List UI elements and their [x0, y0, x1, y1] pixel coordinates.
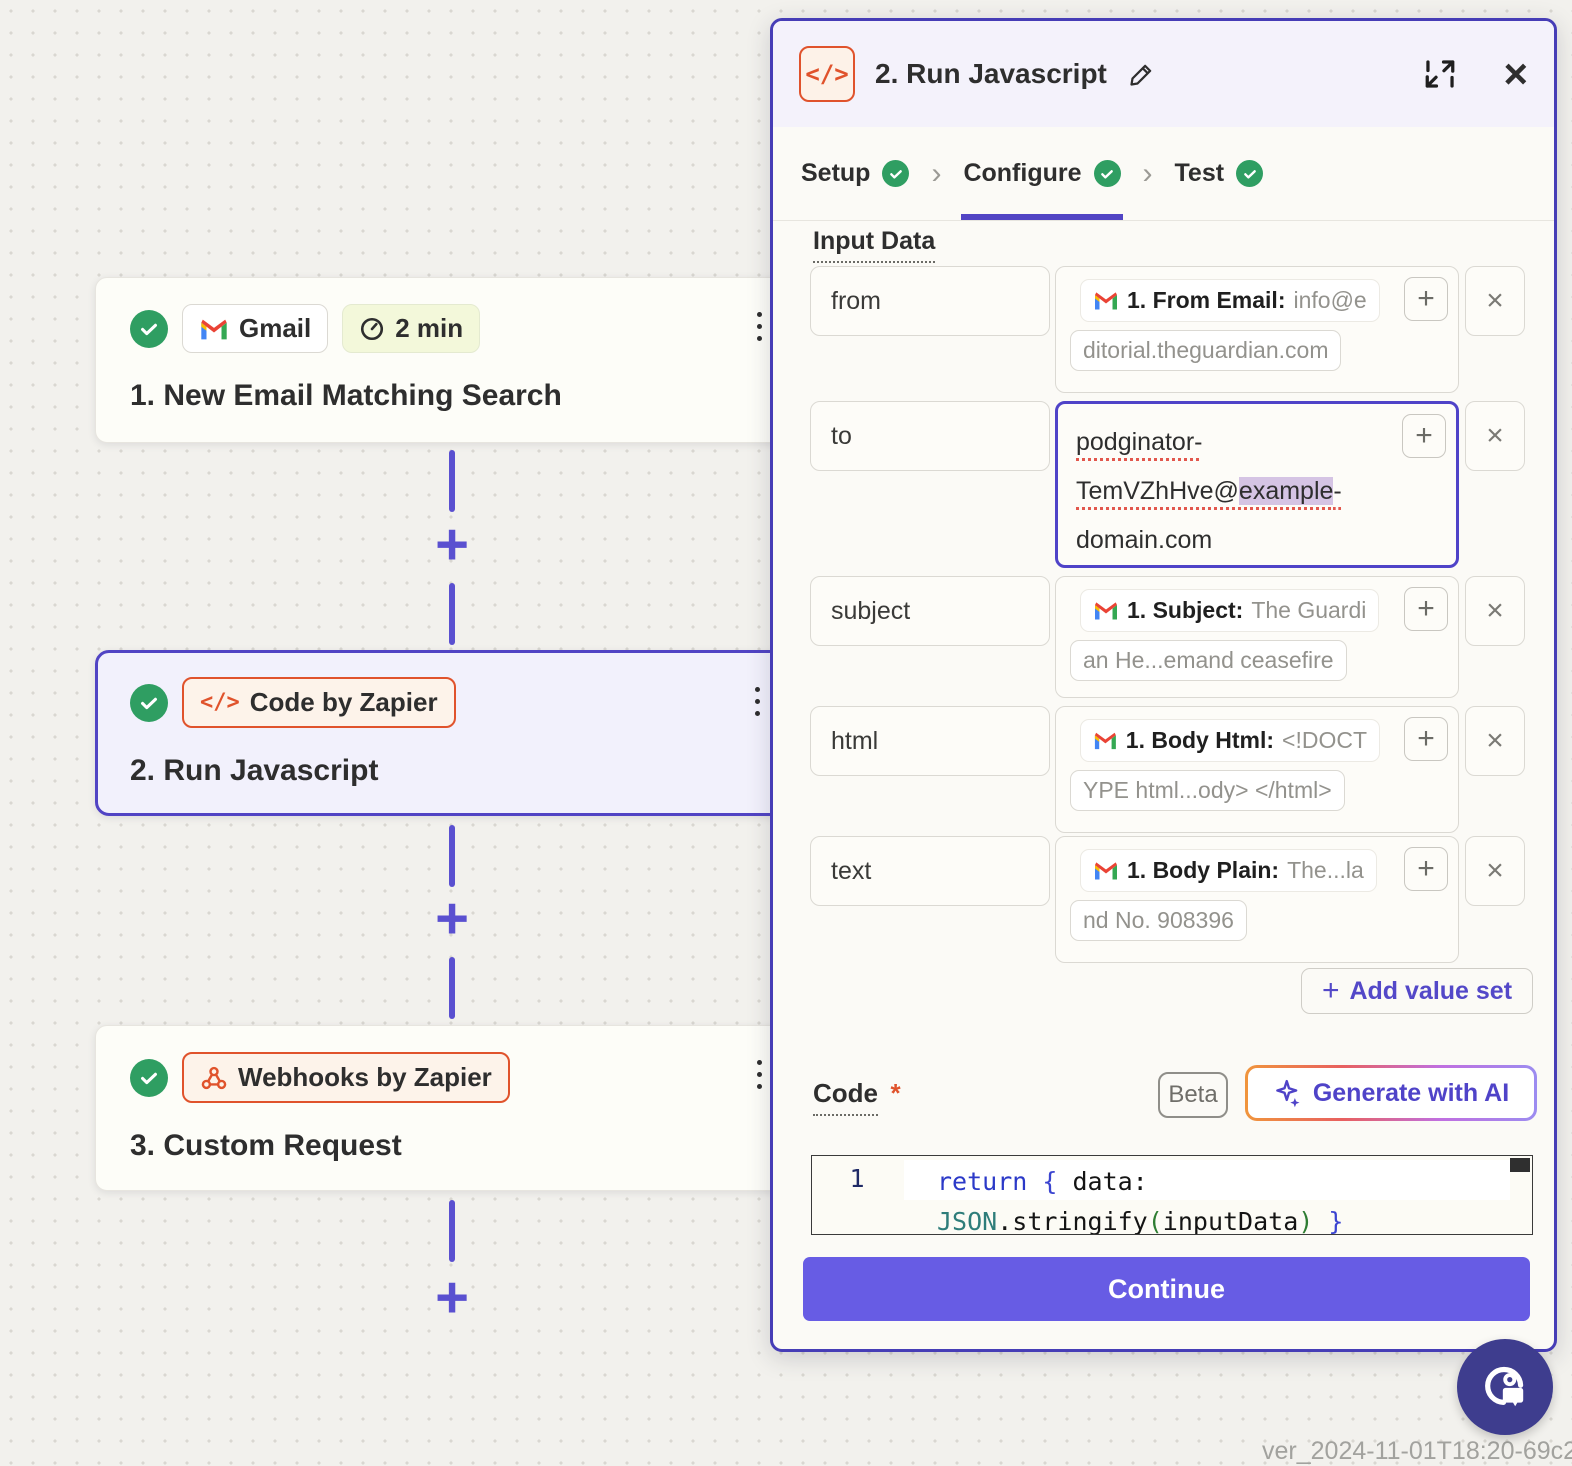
clock-icon	[359, 316, 385, 342]
app-badge-label: Gmail	[239, 313, 311, 344]
continue-button[interactable]: Continue	[803, 1257, 1530, 1321]
plus-icon: +	[1322, 974, 1340, 1008]
step-menu-button[interactable]	[757, 1060, 762, 1089]
key-input-to[interactable]: to	[810, 401, 1050, 471]
step-menu-button[interactable]	[755, 687, 760, 716]
webhook-icon	[200, 1064, 228, 1092]
duration-badge: 2 min	[342, 304, 480, 353]
connector-line	[449, 825, 455, 887]
token-wrap[interactable]: nd No. 908396	[1070, 900, 1247, 941]
required-asterisk: *	[890, 1078, 900, 1108]
gmail-token[interactable]: 1. Body Plain:The...la	[1080, 849, 1377, 892]
gmail-app-badge: Gmail	[182, 304, 328, 353]
step-title: 2. Run Javascript	[130, 754, 772, 788]
chevron-right-icon: ›	[931, 157, 941, 191]
insert-field-button[interactable]: +	[1404, 717, 1448, 761]
step-menu-button[interactable]	[757, 312, 762, 341]
gmail-icon	[1093, 730, 1118, 751]
close-panel-button[interactable]: ×	[1503, 57, 1528, 91]
gmail-token[interactable]: 1. Body Html:<!DOCT	[1080, 719, 1380, 762]
token-wrap[interactable]: an He...emand ceasefire	[1070, 640, 1347, 681]
code-icon-tile: </>	[799, 46, 855, 102]
gmail-token[interactable]: 1. Subject:The Guardi	[1080, 589, 1379, 632]
duration-label: 2 min	[395, 313, 463, 344]
gmail-icon	[199, 317, 229, 341]
check-icon	[1236, 160, 1263, 187]
step-card-1[interactable]: Gmail 2 min 1. New Email Matching Search	[95, 277, 795, 443]
token-wrap[interactable]: YPE html...ody> </html>	[1070, 770, 1345, 811]
remove-row-button[interactable]: ×	[1465, 401, 1525, 471]
connector-line	[449, 1200, 455, 1262]
help-chat-button[interactable]	[1457, 1339, 1553, 1435]
value-field-to[interactable]: podginator- TemVZhHve@example- domain.co…	[1055, 401, 1459, 568]
check-icon	[1094, 160, 1121, 187]
generate-with-ai-button[interactable]: Generate with AI	[1245, 1065, 1537, 1121]
token-wrap[interactable]: ditorial.theguardian.com	[1070, 330, 1341, 371]
value-field-text[interactable]: 1. Body Plain:The...la nd No. 908396 +	[1055, 836, 1459, 963]
step-success-icon	[130, 684, 168, 722]
panel-header: </> 2. Run Javascript ×	[773, 21, 1554, 127]
code-icon: </>	[805, 60, 848, 88]
code-by-zapier-badge: </> Code by Zapier	[182, 677, 456, 728]
version-text: ver_2024-11-01T18:20-69c2581	[1262, 1437, 1572, 1466]
code-label: Code	[813, 1078, 878, 1116]
add-step-button[interactable]: +	[428, 897, 476, 945]
chevron-right-icon: ›	[1143, 157, 1153, 191]
gmail-icon	[1093, 290, 1119, 311]
connector-line	[449, 450, 455, 512]
beta-badge: Beta	[1158, 1072, 1228, 1118]
add-value-set-button[interactable]: + Add value set	[1301, 968, 1533, 1014]
remove-row-button[interactable]: ×	[1465, 706, 1525, 776]
gmail-token[interactable]: 1. From Email:info@e	[1080, 279, 1380, 322]
step-success-icon	[130, 1059, 168, 1097]
app-badge-label: Code by Zapier	[250, 687, 438, 718]
step-success-icon	[130, 310, 168, 348]
webhooks-by-zapier-badge: Webhooks by Zapier	[182, 1052, 510, 1103]
step-title: 1. New Email Matching Search	[130, 379, 772, 413]
code-scrollbar[interactable]	[1510, 1158, 1530, 1172]
insert-field-button[interactable]: +	[1404, 277, 1448, 321]
connector-line	[449, 583, 455, 645]
code-icon: </>	[200, 690, 240, 715]
selected-text: example	[1239, 477, 1334, 505]
key-input-html[interactable]: html	[810, 706, 1050, 776]
edit-title-pencil-icon[interactable]	[1127, 59, 1157, 89]
expand-panel-button[interactable]	[1423, 57, 1457, 91]
remove-row-button[interactable]: ×	[1465, 576, 1525, 646]
code-content: return { data:JSON.stringify(inputData) …	[937, 1162, 1502, 1235]
key-input-from[interactable]: from	[810, 266, 1050, 336]
input-data-label: Input Data	[813, 227, 935, 263]
gmail-icon	[1093, 860, 1119, 881]
add-step-button[interactable]: +	[428, 523, 476, 571]
step-config-panel: </> 2. Run Javascript × Setup › Configur…	[770, 18, 1557, 1352]
step-tabs: Setup › Configure › Test	[773, 127, 1554, 221]
step-title: 3. Custom Request	[130, 1129, 772, 1163]
tab-configure[interactable]: Configure	[961, 127, 1122, 220]
remove-row-button[interactable]: ×	[1465, 266, 1525, 336]
insert-field-button[interactable]: +	[1404, 847, 1448, 891]
app-badge-label: Webhooks by Zapier	[238, 1062, 492, 1093]
tab-setup[interactable]: Setup	[799, 127, 911, 220]
insert-field-button[interactable]: +	[1402, 414, 1446, 458]
value-field-html[interactable]: 1. Body Html:<!DOCT YPE html...ody> </ht…	[1055, 706, 1459, 833]
key-input-subject[interactable]: subject	[810, 576, 1050, 646]
insert-field-button[interactable]: +	[1404, 587, 1448, 631]
check-icon	[882, 160, 909, 187]
panel-title: 2. Run Javascript	[875, 58, 1107, 90]
value-field-from[interactable]: 1. From Email:info@e ditorial.theguardia…	[1055, 266, 1459, 393]
gmail-icon	[1093, 600, 1119, 621]
line-number: 1	[812, 1164, 902, 1193]
tab-test[interactable]: Test	[1173, 127, 1266, 220]
code-editor[interactable]: 1 return { data:JSON.stringify(inputData…	[811, 1155, 1533, 1235]
step-card-3[interactable]: Webhooks by Zapier 3. Custom Request	[95, 1025, 795, 1191]
add-step-button[interactable]: +	[428, 1276, 476, 1324]
support-chat-icon	[1479, 1361, 1531, 1413]
sparkle-icon	[1273, 1078, 1303, 1108]
key-input-text[interactable]: text	[810, 836, 1050, 906]
connector-line	[449, 957, 455, 1019]
step-card-2[interactable]: </> Code by Zapier 2. Run Javascript	[95, 650, 795, 816]
remove-row-button[interactable]: ×	[1465, 836, 1525, 906]
value-field-subject[interactable]: 1. Subject:The Guardi an He...emand ceas…	[1055, 576, 1459, 698]
